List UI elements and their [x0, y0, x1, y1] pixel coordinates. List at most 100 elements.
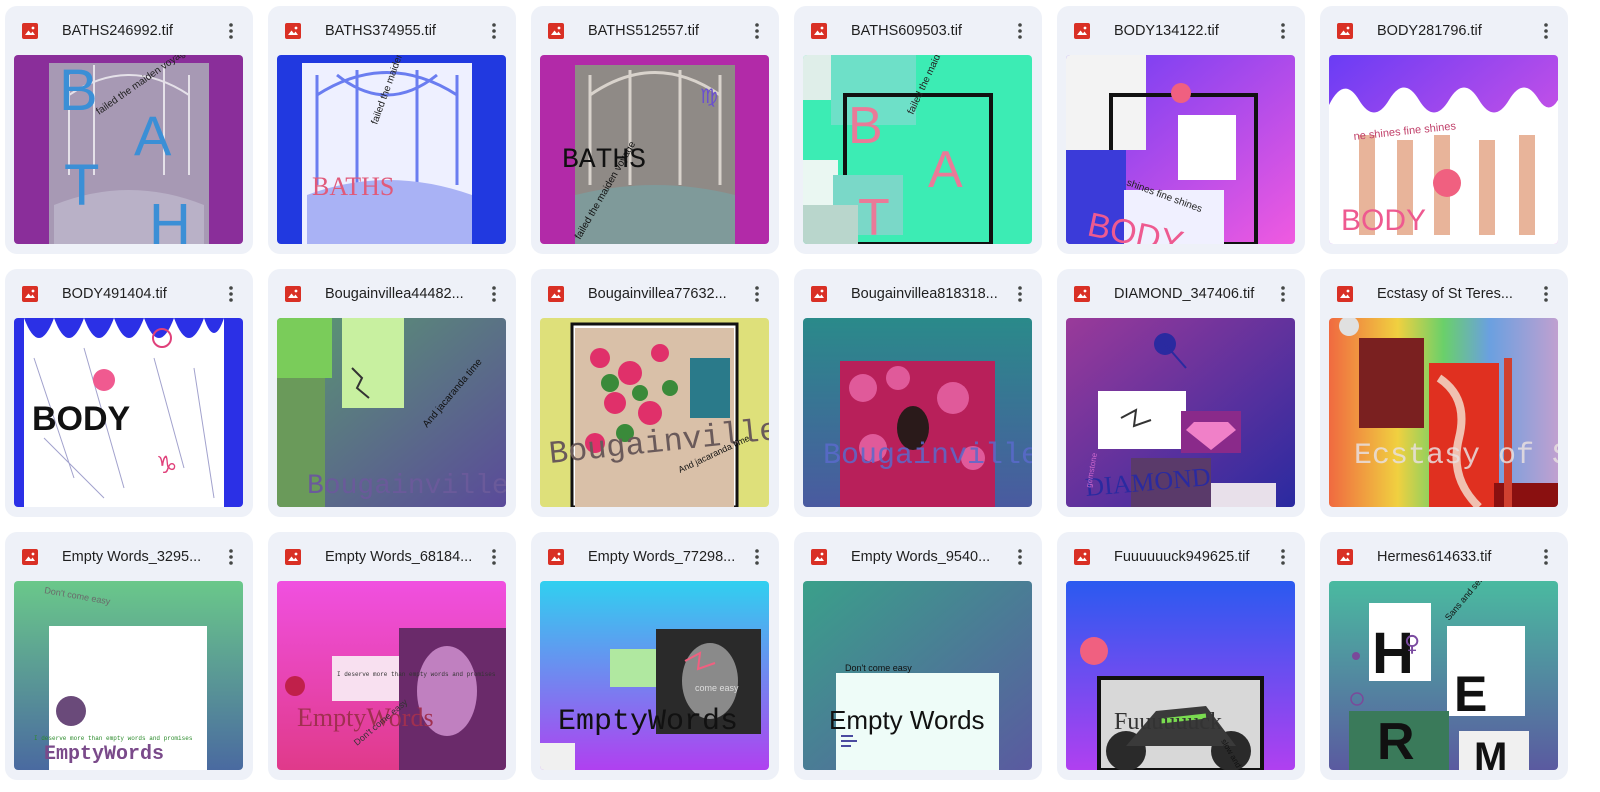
file-card-4[interactable]: BODY134122.tif BODY shines fine shines	[1057, 6, 1305, 254]
more-vert-icon[interactable]	[1534, 19, 1558, 43]
image-file-icon	[22, 286, 38, 302]
file-card-16[interactable]: Fuuuuuuck949625.tif Fuuuuuuck slow and s…	[1057, 532, 1305, 780]
more-vert-icon[interactable]	[1534, 545, 1558, 569]
file-thumbnail[interactable]: H E R M ♀ Sans and serifs, fat typeface	[1329, 581, 1558, 770]
svg-text:♀: ♀	[1404, 632, 1420, 657]
file-name: BODY134122.tif	[1114, 23, 1219, 39]
svg-text:EmptyWords: EmptyWords	[44, 743, 164, 766]
file-card-5[interactable]: BODY281796.tif BODY ne shines fine shine…	[1320, 6, 1568, 254]
file-name: Bougainvillea77632...	[588, 286, 727, 302]
svg-text:come easy: come easy	[695, 683, 739, 693]
file-thumbnail[interactable]: DIAMOND gemstone	[1066, 318, 1295, 507]
file-card-6[interactable]: BODY491404.tif BODY ♑	[5, 269, 253, 517]
more-vert-icon[interactable]	[745, 19, 769, 43]
svg-text:B: B	[59, 58, 98, 123]
svg-text:T: T	[858, 189, 890, 244]
more-vert-icon[interactable]	[1008, 282, 1032, 306]
svg-text:EmptyWords: EmptyWords	[558, 705, 738, 739]
file-name: Empty Words_77298...	[588, 549, 736, 565]
svg-text:BODY: BODY	[1341, 204, 1426, 237]
svg-text:Don't come easy: Don't come easy	[845, 663, 912, 673]
more-vert-icon[interactable]	[482, 282, 506, 306]
file-card-2[interactable]: BATHS512557.tif BATHS ♍ failed the maide…	[531, 6, 779, 254]
more-vert-icon[interactable]	[1008, 19, 1032, 43]
file-card-header: Empty Words_9540...	[794, 532, 1042, 582]
svg-text:BODY: BODY	[32, 400, 131, 438]
more-vert-icon[interactable]	[1271, 19, 1295, 43]
file-thumbnail[interactable]: Bougainvillea And jacaranda time	[277, 318, 506, 507]
image-file-icon	[811, 549, 827, 565]
file-thumbnail[interactable]: Ecstasy of St	[1329, 318, 1558, 507]
file-name: Fuuuuuuck949625.tif	[1114, 549, 1250, 565]
more-vert-icon[interactable]	[482, 19, 506, 43]
image-file-icon	[548, 23, 564, 39]
file-thumbnail[interactable]: BATHS ♍ failed the maiden voyage	[540, 55, 769, 244]
file-card-header: BATHS246992.tif	[5, 6, 253, 56]
image-file-icon	[548, 286, 564, 302]
file-card-header: Hermes614633.tif	[1320, 532, 1568, 582]
file-card-header: BATHS374955.tif	[268, 6, 516, 56]
file-card-header: BODY134122.tif	[1057, 6, 1305, 56]
file-name: BATHS374955.tif	[325, 23, 436, 39]
more-vert-icon[interactable]	[745, 545, 769, 569]
file-card-14[interactable]: Empty Words_77298... EmptyWords come eas…	[531, 532, 779, 780]
file-thumbnail[interactable]: B A T H failed the maiden voyage	[14, 55, 243, 244]
image-file-icon	[1337, 286, 1353, 302]
more-vert-icon[interactable]	[1008, 545, 1032, 569]
image-file-icon	[1337, 23, 1353, 39]
svg-text:♍: ♍	[700, 84, 718, 108]
file-thumbnail[interactable]: BODY shines fine shines	[1066, 55, 1295, 244]
file-card-17[interactable]: Hermes614633.tif H E R M ♀ Sans and seri…	[1320, 532, 1568, 780]
svg-text:BATHS: BATHS	[312, 172, 394, 201]
file-card-header: Ecstasy of St Teres...	[1320, 269, 1568, 319]
image-file-icon	[22, 549, 38, 565]
more-vert-icon[interactable]	[1271, 282, 1295, 306]
file-card-header: Bougainvillea44482...	[268, 269, 516, 319]
file-card-7[interactable]: Bougainvillea44482... Bougainvillea And …	[268, 269, 516, 517]
file-card-10[interactable]: DIAMOND_347406.tif DIAMOND gemstone	[1057, 269, 1305, 517]
file-name: BATHS246992.tif	[62, 23, 173, 39]
file-card-header: Empty Words_3295...	[5, 532, 253, 582]
file-thumbnail[interactable]: I deserve more than empty words and prom…	[277, 581, 506, 770]
image-file-icon	[22, 23, 38, 39]
file-card-13[interactable]: Empty Words_68184... I deserve more than…	[268, 532, 516, 780]
more-vert-icon[interactable]	[219, 19, 243, 43]
svg-text:♑: ♑	[156, 451, 178, 479]
file-card-12[interactable]: Empty Words_3295... Don't come easy I de…	[5, 532, 253, 780]
file-name: BATHS512557.tif	[588, 23, 699, 39]
image-file-icon	[1074, 286, 1090, 302]
more-vert-icon[interactable]	[219, 282, 243, 306]
more-vert-icon[interactable]	[219, 545, 243, 569]
file-card-1[interactable]: BATHS374955.tif BATHS failed the maiden …	[268, 6, 516, 254]
file-thumbnail[interactable]: Don't come easy I deserve more than empt…	[14, 581, 243, 770]
more-vert-icon[interactable]	[482, 545, 506, 569]
file-card-header: Empty Words_68184...	[268, 532, 516, 582]
more-vert-icon[interactable]	[1534, 282, 1558, 306]
svg-text:Fuuuuuuck: Fuuuuuuck	[1114, 709, 1222, 735]
file-thumbnail[interactable]: Fuuuuuuck slow and steady	[1066, 581, 1295, 770]
file-card-15[interactable]: Empty Words_9540... Don't come easy Empt…	[794, 532, 1042, 780]
svg-text:Ecstasy of St: Ecstasy of St	[1354, 439, 1558, 473]
file-thumbnail[interactable]: BATHS failed the maiden voyage	[277, 55, 506, 244]
more-vert-icon[interactable]	[745, 282, 769, 306]
file-thumbnail[interactable]: Bougainvillea And jacaranda time	[540, 318, 769, 507]
file-card-3[interactable]: BATHS609503.tif B A T failed the maiden …	[794, 6, 1042, 254]
file-thumbnail[interactable]: B A T failed the maiden voyage	[803, 55, 1032, 244]
image-file-icon	[1337, 549, 1353, 565]
file-card-header: Empty Words_77298...	[531, 532, 779, 582]
file-thumbnail[interactable]: Don't come easy Empty Words	[803, 581, 1032, 770]
file-name: Empty Words_9540...	[851, 549, 991, 565]
file-card-0[interactable]: BATHS246992.tif B A T H failed the maide…	[5, 6, 253, 254]
file-card-8[interactable]: Bougainvillea77632... Bougainvillea And …	[531, 269, 779, 517]
file-card-11[interactable]: Ecstasy of St Teres... Ecstasy of St	[1320, 269, 1568, 517]
image-file-icon	[548, 549, 564, 565]
more-vert-icon[interactable]	[1271, 545, 1295, 569]
file-thumbnail[interactable]: EmptyWords come easy	[540, 581, 769, 770]
file-thumbnail[interactable]: Bougainvillea	[803, 318, 1032, 507]
file-name: Hermes614633.tif	[1377, 549, 1492, 565]
file-thumbnail[interactable]: BODY ♑	[14, 318, 243, 507]
file-card-9[interactable]: Bougainvillea818318... Bougainvillea	[794, 269, 1042, 517]
file-card-header: BATHS512557.tif	[531, 6, 779, 56]
svg-text:Bougainvillea: Bougainvillea	[823, 439, 1032, 473]
file-thumbnail[interactable]: BODY ne shines fine shines	[1329, 55, 1558, 244]
